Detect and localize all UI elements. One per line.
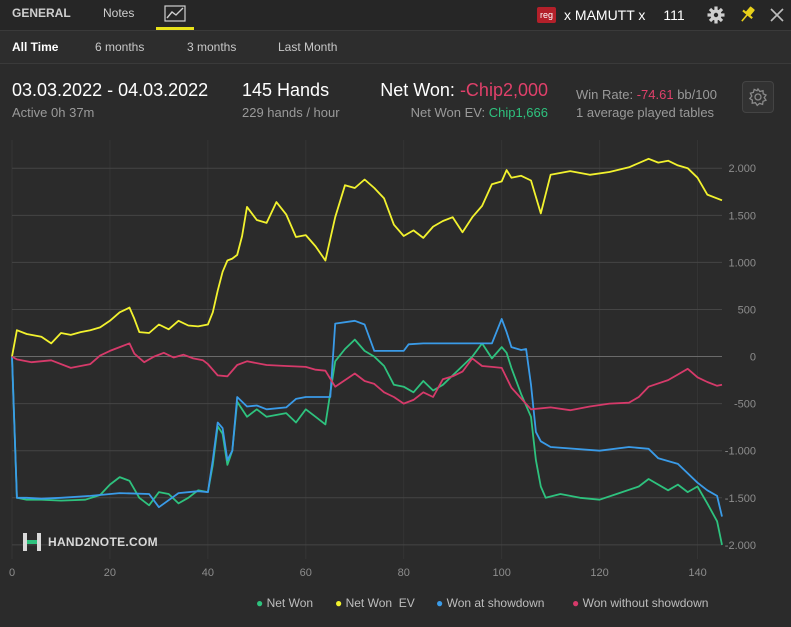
legend-label: Won at showdown	[446, 596, 545, 610]
legend-dot: ●	[335, 596, 343, 610]
x-tick-label: 120	[590, 567, 608, 579]
legend-label: Net Won	[266, 596, 314, 610]
watermark-text: HAND2NOTE.COM	[48, 535, 158, 549]
series-line-3	[11, 342, 723, 412]
legend-item-won-without-showdown[interactable]: ● Won without showdown	[572, 596, 708, 610]
series-line-0	[11, 338, 723, 546]
x-tick-label: 40	[202, 567, 214, 579]
legend-label: Won without showdown	[582, 596, 709, 610]
y-tick-label: -2.000	[725, 540, 756, 552]
series-line-2	[11, 317, 723, 517]
x-tick-label: 60	[300, 567, 312, 579]
legend-dot: ●	[256, 596, 264, 610]
y-tick-label: -1.500	[725, 493, 756, 505]
legend-item-net-won[interactable]: ● Net Won	[256, 596, 313, 610]
y-tick-label: -500	[734, 399, 756, 411]
legend-dot: ●	[436, 596, 444, 610]
watermark: HAND2NOTE.COM	[22, 531, 158, 553]
legend-item-net-won-ev[interactable]: ● Net Won EV	[335, 596, 415, 610]
y-tick-label: 1.000	[728, 257, 756, 269]
x-tick-label: 100	[492, 567, 510, 579]
x-tick-label: 140	[688, 567, 706, 579]
y-tick-label: 500	[738, 304, 756, 316]
legend-dot: ●	[572, 596, 580, 610]
y-tick-label: 0	[750, 352, 756, 364]
x-tick-label: 0	[9, 567, 15, 579]
y-tick-label: -1.000	[725, 446, 756, 458]
y-tick-label: 1.500	[728, 210, 756, 222]
y-tick-label: 2.000	[728, 163, 756, 175]
x-tick-label: 80	[398, 567, 410, 579]
legend-label: Net Won EV	[345, 596, 415, 610]
series-line-1	[11, 157, 723, 357]
x-tick-label: 20	[104, 567, 116, 579]
hand2note-logo-icon	[23, 533, 41, 551]
legend-item-won-at-showdown[interactable]: ● Won at showdown	[436, 596, 544, 610]
